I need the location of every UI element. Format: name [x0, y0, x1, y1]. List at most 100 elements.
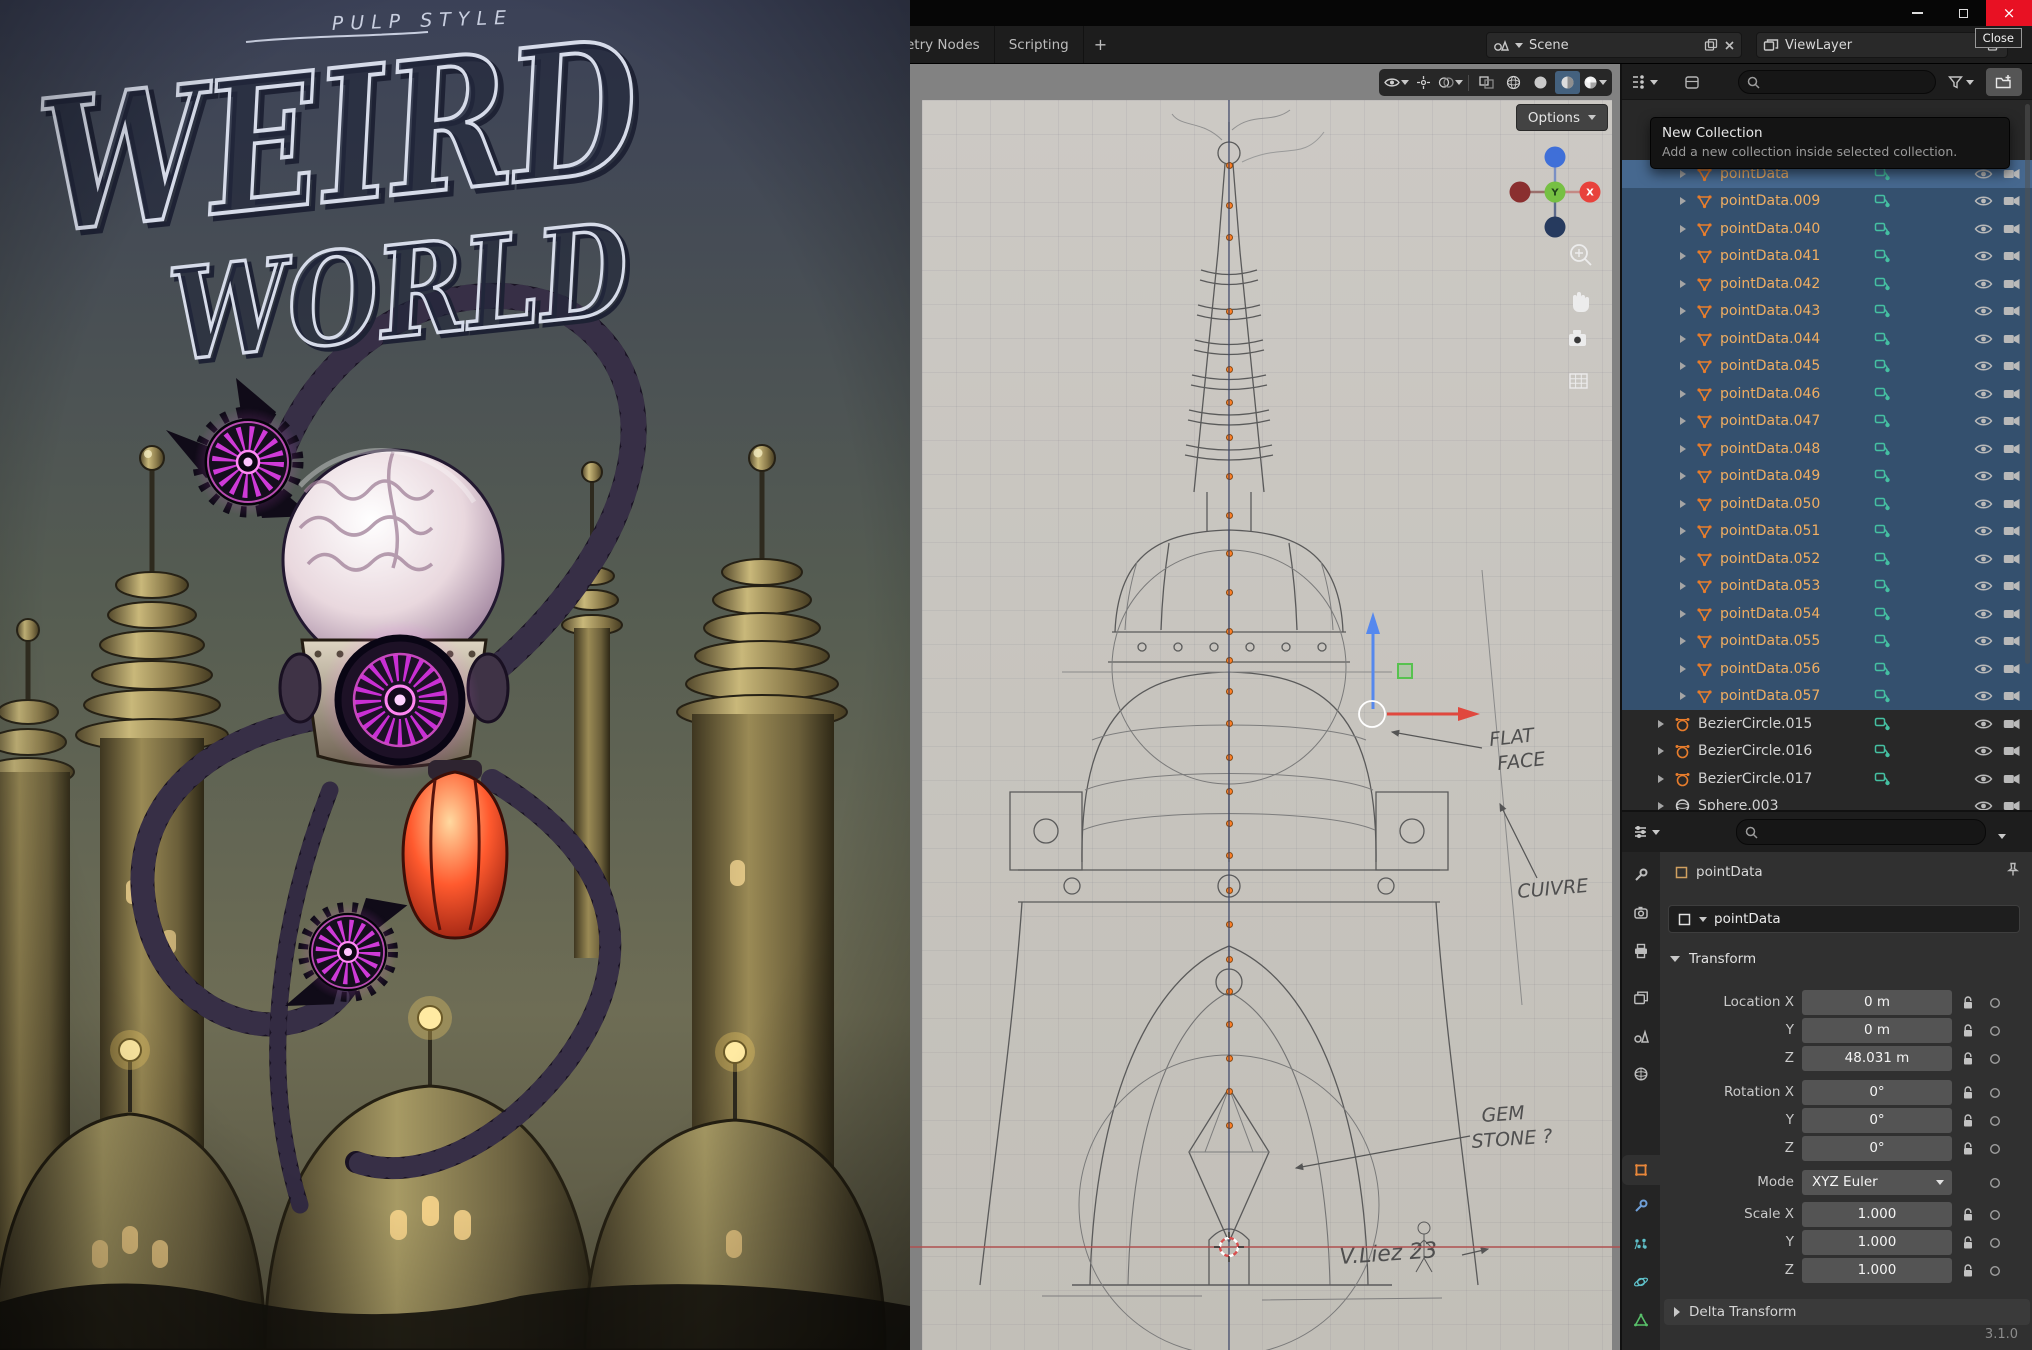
tab-view-layer[interactable] [1622, 983, 1660, 1013]
outliner-row[interactable]: pointData.052 [1622, 545, 2032, 573]
control-point[interactable] [1226, 202, 1233, 209]
control-point[interactable] [1226, 512, 1233, 519]
tab-object[interactable] [1622, 1155, 1660, 1185]
expand-arrow-icon[interactable] [1680, 225, 1686, 233]
lock-icon[interactable] [1961, 1141, 1975, 1156]
expand-arrow-icon[interactable] [1680, 280, 1686, 288]
animate-dot-icon[interactable] [1989, 997, 2001, 1009]
visibility-eye-icon[interactable] [1974, 608, 1993, 620]
expand-arrow-icon[interactable] [1680, 692, 1686, 700]
control-point[interactable] [1226, 473, 1233, 480]
geometry-nodes-icon[interactable] [1874, 359, 1890, 374]
visibility-eye-icon[interactable] [1974, 773, 1993, 785]
outliner-row[interactable]: pointData.056 [1622, 655, 2032, 683]
geometry-nodes-icon[interactable] [1874, 496, 1890, 511]
tab-tool[interactable] [1622, 860, 1660, 890]
outliner-row[interactable]: BezierCircle.016 [1622, 738, 2032, 766]
visibility-eye-icon[interactable] [1974, 305, 1993, 317]
properties-filter-caret[interactable] [1998, 824, 2006, 848]
expand-arrow-icon[interactable] [1680, 197, 1686, 205]
render-camera-icon[interactable] [2003, 717, 2021, 730]
expand-arrow-icon[interactable] [1680, 335, 1686, 343]
control-point[interactable] [1226, 688, 1233, 695]
expand-arrow-icon[interactable] [1680, 472, 1686, 480]
render-camera-icon[interactable] [2003, 690, 2021, 703]
expand-arrow-icon[interactable] [1658, 802, 1664, 810]
outliner-row[interactable]: pointData.045 [1622, 353, 2032, 381]
tab-render[interactable] [1622, 898, 1660, 928]
filter-button[interactable] [1948, 70, 1974, 94]
control-point[interactable] [1226, 1122, 1233, 1129]
expand-arrow-icon[interactable] [1680, 362, 1686, 370]
geometry-nodes-icon[interactable] [1874, 524, 1890, 539]
outliner-row[interactable]: BezierCircle.017 [1622, 765, 2032, 793]
animate-dot-icon[interactable] [1989, 1237, 2001, 1249]
workspace-tab-geometry-nodes[interactable]: etry Nodes [910, 26, 995, 63]
visibility-eye-icon[interactable] [1974, 333, 1993, 345]
render-camera-icon[interactable] [2003, 607, 2021, 620]
visibility-eye-icon[interactable] [1974, 470, 1993, 482]
control-point[interactable] [1226, 754, 1233, 761]
render-camera-icon[interactable] [2003, 167, 2021, 180]
tab-scene[interactable] [1622, 1021, 1660, 1051]
control-point[interactable] [1226, 550, 1233, 557]
visibility-eye-icon[interactable] [1974, 718, 1993, 730]
delta-transform-header[interactable]: Delta Transform [1664, 1299, 2030, 1325]
outliner-search-input[interactable] [1738, 70, 1936, 94]
geometry-nodes-icon[interactable] [1874, 386, 1890, 401]
outliner-row[interactable]: pointData.046 [1622, 380, 2032, 408]
control-point[interactable] [1226, 956, 1233, 963]
shading-solid[interactable] [1528, 71, 1553, 94]
expand-arrow-icon[interactable] [1680, 665, 1686, 673]
visibility-eye-icon[interactable] [1974, 388, 1993, 400]
animate-dot-icon[interactable] [1989, 1143, 2001, 1155]
geometry-nodes-icon[interactable] [1874, 606, 1890, 621]
animate-dot-icon[interactable] [1989, 1177, 2001, 1189]
visibility-eye-icon[interactable] [1974, 498, 1993, 510]
lock-icon[interactable] [1961, 1113, 1975, 1128]
render-camera-icon[interactable] [2003, 580, 2021, 593]
control-point[interactable] [1226, 788, 1233, 795]
outliner-row[interactable]: pointData.009 [1622, 188, 2032, 216]
geometry-nodes-icon[interactable] [1874, 194, 1890, 209]
outliner-row[interactable]: pointData.050 [1622, 490, 2032, 518]
expand-arrow-icon[interactable] [1680, 555, 1686, 563]
render-camera-icon[interactable] [2003, 277, 2021, 290]
expand-arrow-icon[interactable] [1680, 170, 1686, 178]
properties-editor-selector[interactable] [1632, 820, 1660, 844]
value-field[interactable]: 0° [1802, 1136, 1952, 1161]
geometry-nodes-icon[interactable] [1874, 661, 1890, 676]
render-camera-icon[interactable] [2003, 800, 2021, 810]
expand-arrow-icon[interactable] [1658, 720, 1664, 728]
expand-arrow-icon[interactable] [1658, 775, 1664, 783]
expand-arrow-icon[interactable] [1680, 417, 1686, 425]
animate-dot-icon[interactable] [1989, 1115, 2001, 1127]
visibility-eye-icon[interactable] [1974, 360, 1993, 372]
geometry-nodes-icon[interactable] [1874, 249, 1890, 264]
tab-modifiers[interactable] [1622, 1191, 1660, 1221]
outliner-row[interactable]: pointData.042 [1622, 270, 2032, 298]
control-point[interactable] [1226, 1021, 1233, 1028]
scene-selector[interactable]: Scene [1486, 32, 1742, 58]
editor-type-selector[interactable] [1630, 70, 1658, 94]
control-point[interactable] [1226, 852, 1233, 859]
outliner-row[interactable]: pointData.049 [1622, 463, 2032, 491]
render-camera-icon[interactable] [2003, 635, 2021, 648]
render-camera-icon[interactable] [2003, 497, 2021, 510]
lock-icon[interactable] [1961, 1263, 1975, 1278]
lock-icon[interactable] [1961, 1235, 1975, 1250]
geometry-nodes-icon[interactable] [1874, 441, 1890, 456]
tab-object-data[interactable] [1622, 1305, 1660, 1335]
view-layer-selector[interactable]: ViewLayer [1756, 32, 2008, 58]
animate-dot-icon[interactable] [1989, 1053, 2001, 1065]
render-camera-icon[interactable] [2003, 195, 2021, 208]
render-camera-icon[interactable] [2003, 250, 2021, 263]
outliner-row[interactable]: Sphere.003 [1622, 793, 2032, 811]
maximize-button[interactable] [1940, 0, 1986, 26]
object-name-field[interactable]: pointData [1668, 905, 2020, 933]
control-point[interactable] [1226, 720, 1233, 727]
outliner-row[interactable]: pointData.047 [1622, 408, 2032, 436]
outliner-row[interactable]: pointData.054 [1622, 600, 2032, 628]
shading-material-preview[interactable] [1555, 71, 1580, 94]
lock-icon[interactable] [1961, 1051, 1975, 1066]
